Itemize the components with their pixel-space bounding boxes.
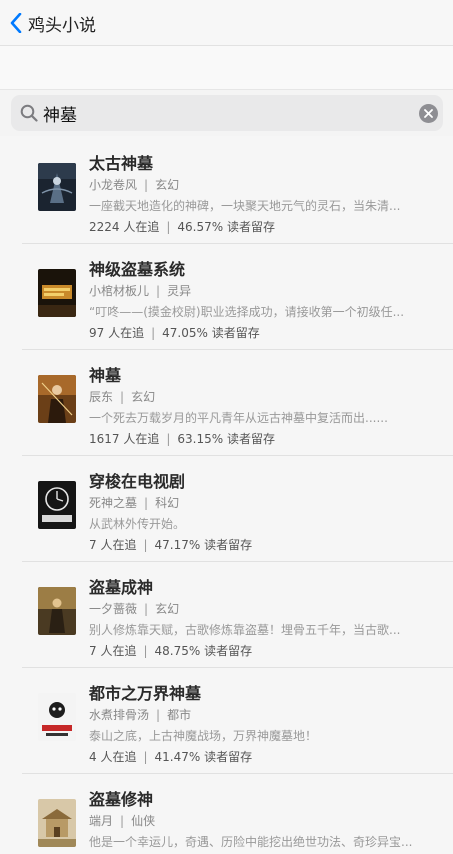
book-stats: 4 人在追 | 41.47% 读者留存 — [89, 748, 429, 765]
stats-separator: | — [143, 750, 148, 764]
navigation-bar: 鸡头小说 — [0, 0, 453, 46]
search-icon — [20, 104, 38, 126]
search-bar — [0, 90, 453, 136]
book-meta: 死神之墓 | 科幻 — [89, 494, 429, 511]
stats-separator: | — [151, 326, 156, 340]
book-retention: 47.17% 读者留存 — [154, 538, 253, 552]
book-retention: 48.75% 读者留存 — [154, 644, 253, 658]
clear-search-icon[interactable] — [419, 104, 438, 123]
book-followers: 4 人在追 — [89, 750, 137, 764]
meta-separator: | — [144, 602, 149, 616]
stats-separator: | — [166, 432, 171, 446]
meta-separator: | — [120, 814, 125, 828]
book-cover-warrior-icon — [38, 375, 76, 423]
book-author: 小棺材板儿 — [89, 284, 150, 298]
secondary-bar — [0, 46, 453, 90]
book-description: “叮咚——(摸金校尉)职业选择成功，请接收第一个初级任... — [89, 305, 405, 319]
book-author: 端月 — [89, 814, 114, 828]
meta-separator: | — [144, 178, 149, 192]
book-stats: 1617 人在追 | 63.15% 读者留存 — [89, 430, 429, 447]
book-description: 别人修炼靠天赋，古歌修炼靠盗墓！埋骨五千年，当古歌... — [89, 623, 401, 637]
book-cover-clock-icon — [38, 481, 76, 529]
book-cover-gold-icon — [38, 269, 76, 317]
result-item-6[interactable]: 盗墓修神 端月 | 仙侠 他是一个幸运儿，奇遇、历险中能挖出绝世功法、奇珍异宝... — [0, 774, 453, 854]
result-item-4[interactable]: 盗墓成神 一夕蔷薇 | 玄幻 别人修炼靠天赋，古歌修炼靠盗墓！埋骨五千年，当古歌..… — [0, 562, 453, 668]
book-followers: 2224 人在追 — [89, 220, 160, 234]
result-item-1[interactable]: 神级盗墓系统 小棺材板儿 | 灵异 “叮咚——(摸金校尉)职业选择成功，请接收第一个… — [0, 244, 453, 350]
book-cover-figure-icon — [38, 587, 76, 635]
book-followers: 7 人在追 — [89, 538, 137, 552]
book-stats: 7 人在追 | 48.75% 读者留存 — [89, 642, 429, 659]
book-retention: 46.57% 读者留存 — [177, 220, 275, 234]
back-button-label: 鸡头小说 — [28, 15, 96, 36]
book-meta: 小龙卷风 | 玄幻 — [89, 176, 429, 193]
result-item-5[interactable]: 都市之万界神墓 水煮排骨汤 | 都市 泰山之底，上古神魔战场，万界神魔墓地！ 4 人… — [0, 668, 453, 774]
search-box[interactable] — [11, 95, 443, 131]
book-description: 泰山之底，上古神魔战场，万界神魔墓地！ — [89, 729, 318, 743]
book-followers: 1617 人在追 — [89, 432, 160, 446]
book-followers: 97 人在追 — [89, 326, 145, 340]
book-meta: 小棺材板儿 | 灵异 — [89, 282, 429, 299]
book-description: 从武林外传开始。 — [89, 517, 186, 531]
book-title: 神墓 — [89, 366, 122, 385]
result-item-3[interactable]: 穿梭在电视剧 死神之墓 | 科幻 从武林外传开始。 7 人在追 | 47.17% 读者留… — [0, 456, 453, 562]
book-meta: 端月 | 仙侠 — [89, 812, 429, 829]
book-author: 小龙卷风 — [89, 178, 138, 192]
book-genre: 玄幻 — [155, 602, 180, 616]
book-genre: 科幻 — [155, 496, 180, 510]
book-meta: 辰东 | 玄幻 — [89, 388, 429, 405]
book-title: 穿梭在电视剧 — [89, 472, 186, 491]
book-stats: 7 人在追 | 47.17% 读者留存 — [89, 536, 429, 553]
search-input[interactable] — [43, 99, 403, 127]
meta-separator: | — [144, 496, 149, 510]
book-description: 一座截天地造化的神碑，一块聚天地元气的灵石，当朱清... — [89, 199, 401, 213]
book-retention: 63.15% 读者留存 — [177, 432, 275, 446]
book-author: 辰东 — [89, 390, 114, 404]
book-author: 死神之墓 — [89, 496, 138, 510]
book-retention: 41.47% 读者留存 — [154, 750, 253, 764]
meta-separator: | — [120, 390, 125, 404]
meta-separator: | — [156, 708, 161, 722]
stats-separator: | — [166, 220, 171, 234]
meta-separator: | — [156, 284, 161, 298]
chevron-left-icon — [10, 13, 22, 33]
book-title: 神级盗墓系统 — [89, 260, 186, 279]
book-description: 一个死去万载岁月的平凡青年从远古神墓中复活而出...... — [89, 411, 388, 425]
book-cover-cartoon-icon — [38, 693, 76, 741]
book-genre: 灵异 — [167, 284, 192, 298]
book-title: 盗墓修神 — [89, 790, 154, 809]
book-cover-palace-icon — [38, 799, 76, 847]
book-genre: 玄幻 — [131, 390, 156, 404]
book-genre: 玄幻 — [155, 178, 180, 192]
stats-separator: | — [143, 644, 148, 658]
book-followers: 7 人在追 — [89, 644, 137, 658]
book-description: 他是一个幸运儿，奇遇、历险中能挖出绝世功法、奇珍异宝... — [89, 835, 413, 849]
book-genre: 都市 — [167, 708, 192, 722]
back-button[interactable]: 鸡头小说 — [10, 9, 96, 37]
book-meta: 水煮排骨汤 | 都市 — [89, 706, 429, 723]
book-stats: 2224 人在追 | 46.57% 读者留存 — [89, 218, 429, 235]
book-author: 一夕蔷薇 — [89, 602, 138, 616]
book-retention: 47.05% 读者留存 — [162, 326, 260, 340]
book-author: 水煮排骨汤 — [89, 708, 150, 722]
book-title: 太古神墓 — [89, 154, 154, 173]
book-genre: 仙侠 — [131, 814, 156, 828]
result-item-0[interactable]: 太古神墓 小龙卷风 | 玄幻 一座截天地造化的神碑，一块聚天地元气的灵石，当朱清..… — [0, 138, 453, 244]
stats-separator: | — [143, 538, 148, 552]
book-title: 都市之万界神墓 — [89, 684, 202, 703]
book-title: 盗墓成神 — [89, 578, 154, 597]
result-item-2[interactable]: 神墓 辰东 | 玄幻 一个死去万载岁月的平凡青年从远古神墓中复活而出...... 1… — [0, 350, 453, 456]
book-cover-dark-icon — [38, 163, 76, 211]
search-results-list: 太古神墓 小龙卷风 | 玄幻 一座截天地造化的神碑，一块聚天地元气的灵石，当朱清..… — [0, 138, 453, 854]
book-meta: 一夕蔷薇 | 玄幻 — [89, 600, 429, 617]
book-stats: 97 人在追 | 47.05% 读者留存 — [89, 324, 429, 341]
